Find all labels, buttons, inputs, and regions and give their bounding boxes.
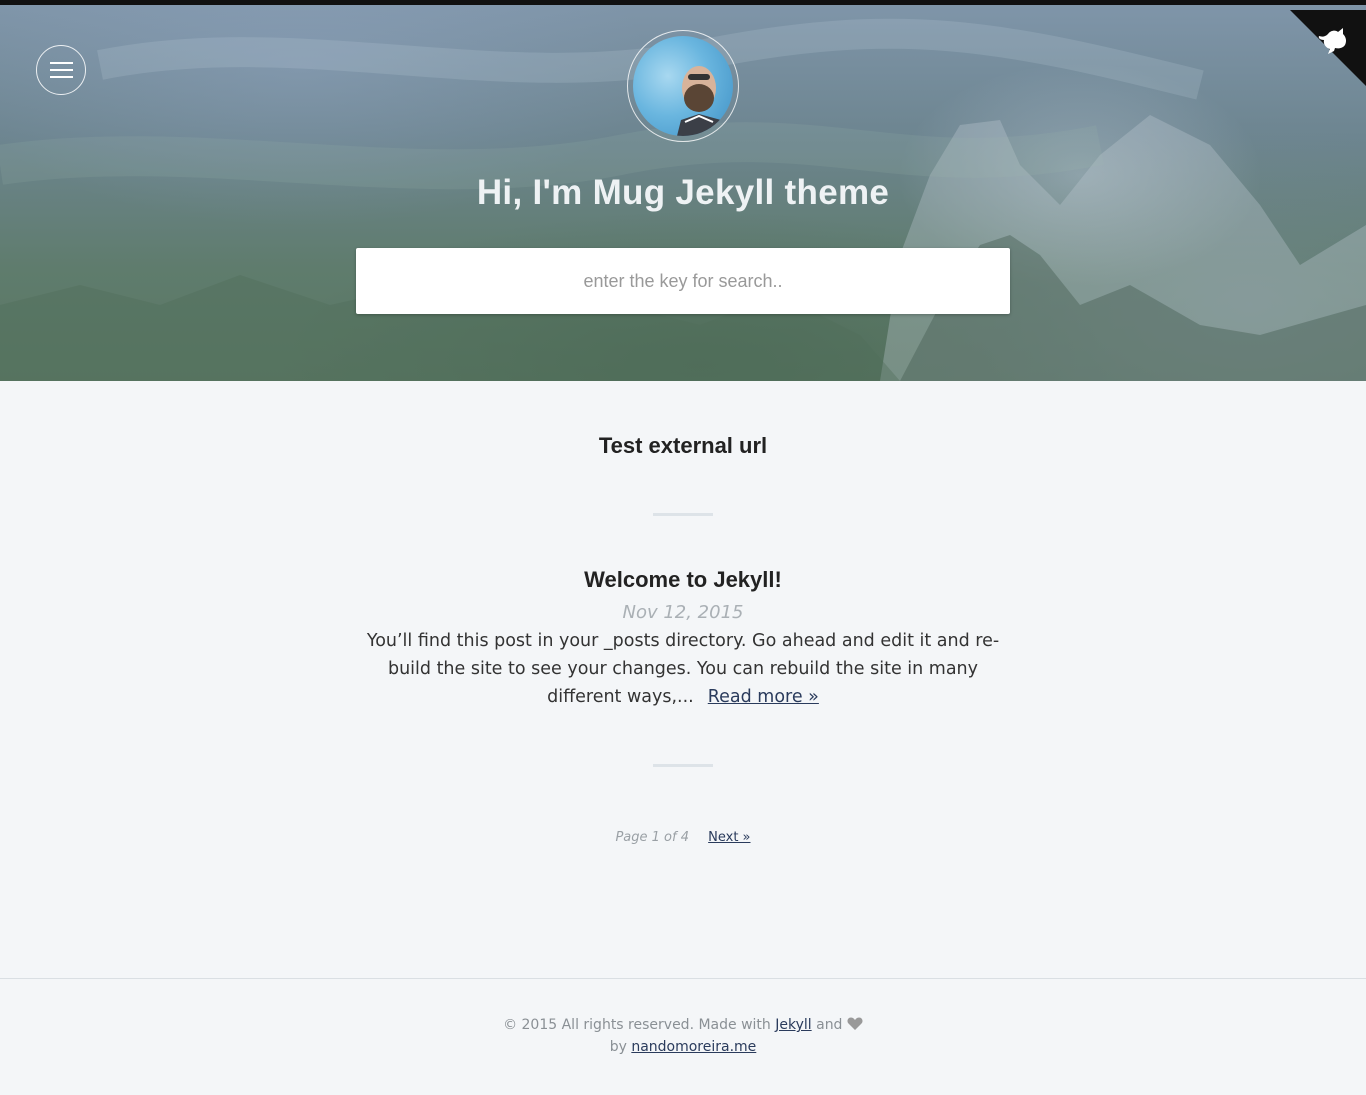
footer-divider [0,978,1366,979]
post-title-link[interactable]: Test external url [0,433,1366,459]
avatar-image [633,36,733,136]
post-title-link[interactable]: Welcome to Jekyll! [0,567,1366,593]
menu-button[interactable] [36,45,86,95]
jekyll-link[interactable]: Jekyll [775,1017,811,1033]
site-title: Hi, I'm Mug Jekyll theme [476,173,890,212]
github-corner-link[interactable] [1290,10,1366,86]
footer-and: and [816,1017,843,1033]
read-more-link[interactable]: Read more » [708,687,819,707]
hamburger-menu-icon-bar [50,76,73,78]
post-date: Nov 12, 2015 [622,602,744,623]
github-octocat-icon [1290,10,1366,86]
divider [653,764,713,767]
author-link[interactable]: nandomoreira.me [631,1039,756,1055]
pagination-info: Page 1 of 4 [615,830,689,845]
footer-by: by [609,1039,627,1055]
pagination: Page 1 of 4 Next » [0,830,1366,845]
post-excerpt: You’ll find this post in your _posts dir… [350,627,1016,711]
avatar[interactable] [627,30,739,142]
hamburger-menu-icon-bar [50,69,73,71]
heart-icon [847,1017,863,1030]
search-input[interactable] [356,248,1010,314]
hamburger-menu-icon-bar [50,62,73,64]
post-excerpt-text: You’ll find this post in your _posts dir… [366,631,1000,707]
next-page-link[interactable]: Next » [708,830,750,845]
footer-copyright: © 2015 All rights reserved. Made with [503,1017,771,1033]
footer: © 2015 All rights reserved. Made with Je… [0,1014,1366,1058]
hero-header: Hi, I'm Mug Jekyll theme [0,5,1366,381]
divider [653,513,713,516]
